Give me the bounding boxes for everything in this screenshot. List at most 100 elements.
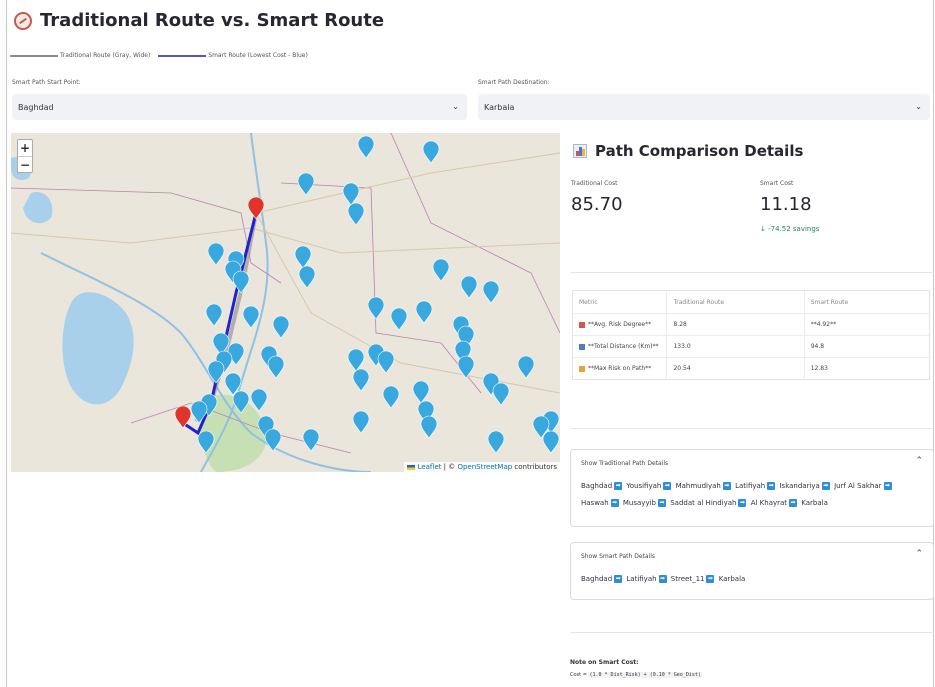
map-marker-icon[interactable] <box>412 380 430 404</box>
smart-cost-value: 11.18 <box>760 194 812 215</box>
map-marker-icon[interactable] <box>377 350 395 374</box>
map-attribution: Leaflet | © OpenStreetMap contributors <box>404 462 560 472</box>
note-formula-code: (1.0 * Dist_Risk) + (0.10 * Geo_Dist) <box>588 672 702 678</box>
divider <box>570 632 934 633</box>
map-marker-icon[interactable] <box>482 280 500 304</box>
path-step: Karbala <box>801 499 828 507</box>
smart-details-expander[interactable]: Show Smart Path Details ⌃ Baghdad ➡ Latif… <box>570 542 934 600</box>
path-step-label: Mahmudiyah <box>675 482 721 490</box>
smart-details-header: Show Smart Path Details <box>581 553 656 560</box>
path-step-label: Karbala <box>801 499 828 507</box>
ukraine-flag-icon <box>407 464 416 470</box>
destination-marker-icon[interactable] <box>174 405 192 429</box>
legend-smart: Smart Route (Lowest Cost - Blue) <box>158 52 308 59</box>
arrow-right-icon: ➡ <box>821 482 830 490</box>
arrow-right-icon: ➡ <box>883 482 892 490</box>
lake-razzaza <box>62 292 134 405</box>
path-step: Haswah ➡ <box>581 499 621 507</box>
map-marker-icon[interactable] <box>207 242 225 266</box>
table-cell: 133.0 <box>667 336 805 357</box>
table-header-row: Metric Traditional Route Smart Route <box>573 291 929 313</box>
map-marker-icon[interactable] <box>272 315 290 339</box>
map-marker-icon[interactable] <box>264 428 282 452</box>
map-marker-icon[interactable] <box>342 182 360 206</box>
path-step-label: Haswah <box>581 499 609 507</box>
map-marker-icon[interactable] <box>347 202 365 226</box>
path-step: Yousifiyah ➡ <box>626 482 673 490</box>
map-marker-icon[interactable] <box>542 430 560 454</box>
start-point-select[interactable]: Baghdad ⌄ <box>12 94 467 120</box>
legend-traditional-label: Traditional Route (Gray, Wide) <box>60 52 151 59</box>
path-step-label: Street_11 <box>670 575 705 583</box>
divider <box>570 272 934 273</box>
arrow-right-icon: ➡ <box>706 575 715 583</box>
map-marker-icon[interactable] <box>242 305 260 329</box>
map-marker-icon[interactable] <box>205 303 223 327</box>
chevron-up-icon: ⌃ <box>915 456 923 466</box>
chevron-down-icon: ⌄ <box>915 102 922 111</box>
map-marker-icon[interactable] <box>415 300 433 324</box>
path-step: Saddat al Hindiyah ➡ <box>670 499 748 507</box>
path-step-label: Musayyib <box>622 499 656 507</box>
zoom-out-button[interactable]: − <box>18 156 32 172</box>
table-cell: 8.28 <box>667 314 805 335</box>
table-header: Smart Route <box>810 298 849 306</box>
leaflet-link[interactable]: Leaflet <box>418 463 442 471</box>
divider <box>570 428 934 429</box>
attribution-sep: | © <box>441 463 458 471</box>
map-marker-icon[interactable] <box>294 245 312 269</box>
map-marker-icon[interactable] <box>352 368 370 392</box>
map-marker-icon[interactable] <box>460 275 478 299</box>
map-marker-icon[interactable] <box>207 360 225 384</box>
comparison-title: Path Comparison Details <box>595 142 804 160</box>
map-marker-icon[interactable] <box>390 307 408 331</box>
comparison-table: Metric Traditional Route Smart Route **A… <box>572 290 930 380</box>
map-marker-icon[interactable] <box>352 410 370 434</box>
map-marker-icon[interactable] <box>367 296 385 320</box>
map-marker-icon[interactable] <box>487 430 505 454</box>
map-marker-icon[interactable] <box>302 428 320 452</box>
zoom-control: + − <box>17 139 33 173</box>
map-marker-icon[interactable] <box>382 385 400 409</box>
risk-icon <box>579 321 585 328</box>
traditional-cost-value: 85.70 <box>571 194 623 215</box>
smart-details-toggle[interactable]: Show Smart Path Details ⌃ <box>571 543 933 567</box>
route-map[interactable]: + − Leaflet | © OpenStreetMap contributo… <box>11 133 560 472</box>
zoom-in-button[interactable]: + <box>18 140 32 156</box>
map-marker-icon[interactable] <box>357 135 375 159</box>
route-legend: Traditional Route (Gray, Wide) Smart Rou… <box>10 52 308 59</box>
osm-link[interactable]: OpenStreetMap <box>457 463 512 471</box>
map-marker-icon[interactable] <box>297 172 315 196</box>
chevron-up-icon: ⌃ <box>915 549 923 559</box>
map-marker-icon[interactable] <box>298 265 316 289</box>
map-marker-icon[interactable] <box>422 140 440 164</box>
table-cell: 20.54 <box>667 358 805 379</box>
path-step-label: Latifiyah <box>735 482 766 490</box>
arrow-right-icon: ➡ <box>610 499 619 507</box>
map-marker-icon[interactable] <box>420 415 438 439</box>
arrow-right-icon: ➡ <box>738 499 747 507</box>
map-marker-icon[interactable] <box>492 382 510 406</box>
traditional-details-expander[interactable]: Show Traditional Path Details ⌃ Baghdad ➡… <box>570 449 934 527</box>
path-step: Jurf Al Sakhar ➡ <box>834 482 893 490</box>
map-marker-icon[interactable] <box>432 258 450 282</box>
map-marker-icon[interactable] <box>347 348 365 372</box>
page-header: Traditional Route vs. Smart Route <box>14 10 384 31</box>
bar-chart-icon <box>573 144 587 158</box>
traditional-details-toggle[interactable]: Show Traditional Path Details ⌃ <box>571 450 933 474</box>
map-marker-icon[interactable] <box>267 355 285 379</box>
map-marker-icon[interactable] <box>250 388 268 412</box>
table-cell: **4.92** <box>810 321 837 328</box>
road-line <box>255 212 560 394</box>
map-canvas[interactable] <box>11 133 560 472</box>
lake-habbaniyah <box>23 192 53 224</box>
destination-select[interactable]: Karbala ⌄ <box>478 94 930 120</box>
table-cell: **Max Risk on Path** <box>588 365 652 372</box>
smart-path-steps: Baghdad ➡ Latifiyah ➡ Street_11 ➡ Karbala <box>571 567 933 594</box>
path-step: Al Khayrat ➡ <box>751 499 799 507</box>
attribution-tail: contributors <box>512 463 557 471</box>
map-marker-icon[interactable] <box>517 355 535 379</box>
table-row: **Total Distance (Km)** 133.0 94.8 <box>573 335 929 357</box>
path-step-label: Jurf Al Sakhar <box>834 482 882 490</box>
table-cell: **Avg. Risk Degree** <box>588 321 652 328</box>
